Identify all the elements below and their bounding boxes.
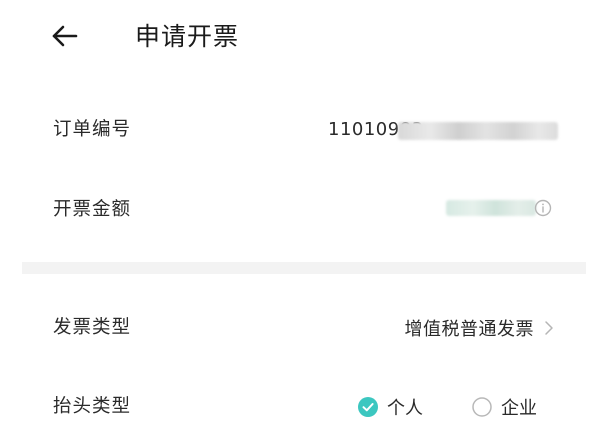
chevron-right-icon (545, 321, 553, 335)
invoice-amount-redacted (446, 200, 536, 216)
radio-option-company[interactable]: 企业 (471, 394, 537, 420)
order-number-redacted (398, 122, 558, 140)
title-type-radio-group: 个人 企业 (357, 379, 537, 435)
order-number-row: 订单编号 11010983 (0, 102, 606, 158)
title-type-row: 抬头类型 个人 企业 (0, 379, 606, 435)
title-type-label: 抬头类型 (53, 396, 132, 417)
page-title: 申请开票 (135, 22, 240, 51)
radio-option-personal[interactable]: 个人 (357, 394, 423, 420)
order-number-label: 订单编号 (53, 119, 132, 140)
arrow-left-icon (52, 25, 78, 47)
radio-label-company: 企业 (501, 398, 537, 419)
app-header: 申请开票 (0, 0, 606, 72)
info-circle-icon[interactable] (534, 199, 552, 217)
invoice-type-value: 增值税普通发票 (404, 319, 534, 340)
radio-checked-icon (358, 397, 378, 417)
section-divider (22, 262, 586, 274)
radio-unchecked-icon (472, 397, 492, 417)
back-button[interactable] (46, 18, 86, 54)
invoice-type-label: 发票类型 (53, 317, 132, 338)
radio-label-personal: 个人 (387, 398, 423, 419)
invoice-type-row[interactable]: 发票类型 增值税普通发票 (0, 300, 606, 356)
invoice-type-selector[interactable]: 增值税普通发票 (405, 300, 555, 356)
invoice-amount-label: 开票金额 (53, 199, 132, 220)
